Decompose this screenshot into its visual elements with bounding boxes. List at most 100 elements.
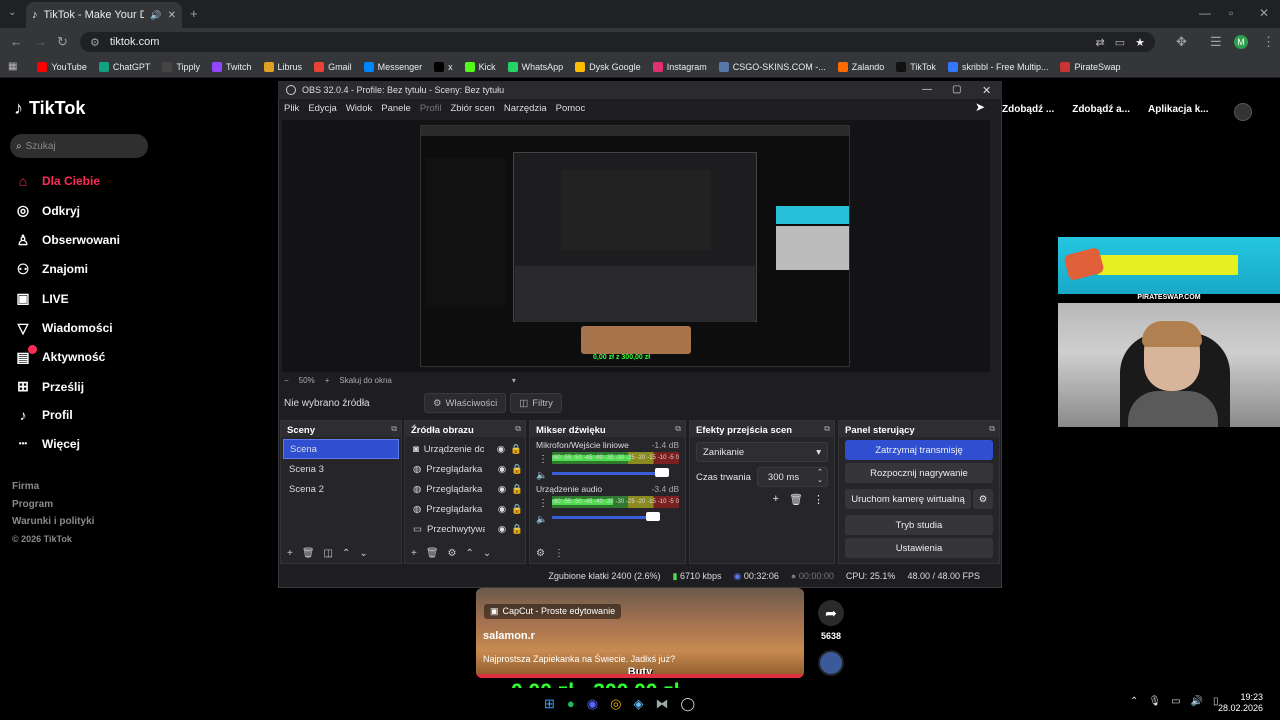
move-down-icon[interactable]: ⌄ (483, 548, 491, 559)
dock-popout-icon[interactable]: ⧉ (391, 424, 397, 434)
system-clock[interactable]: 19:23 28.02.2026 (1218, 692, 1263, 714)
obs-maximize-icon[interactable]: ▢ (952, 84, 961, 95)
tiktok-nav-item[interactable]: ♪ Profil (14, 407, 73, 423)
minimize-icon[interactable]: — (1199, 6, 1211, 20)
bookmark-item[interactable]: Zalando (837, 61, 884, 72)
back-icon[interactable]: ← (10, 34, 23, 49)
video-author[interactable]: salamon.r (483, 630, 535, 642)
translate-icon[interactable]: ⇄ (1096, 36, 1105, 49)
tab-close-icon[interactable]: ✕ (168, 10, 176, 21)
settings-button[interactable]: Ustawienia (845, 538, 993, 558)
obs-menu-item[interactable]: Widok (346, 103, 372, 114)
obs-close-icon[interactable]: ✕ (982, 84, 991, 97)
bookmark-item[interactable]: CSGO-SKINS.COM -... (718, 61, 826, 72)
bookmark-item[interactable]: skribbl - Free Multip... (947, 61, 1048, 72)
maximize-icon[interactable]: ▫ (1229, 6, 1233, 20)
transition-select[interactable]: Zanikanie ▾ (696, 442, 828, 462)
lock-icon[interactable]: 🔒 (511, 464, 523, 475)
volume-knob[interactable] (654, 468, 669, 477)
source-item[interactable]: ◍ Przeglądarka 2 ◉ 🔒 (407, 499, 523, 519)
address-bar[interactable]: ⚙ tiktok.com ⇄ ▭ ★ (80, 32, 1155, 52)
stop-streaming-button[interactable]: Zatrzymaj transmisję (845, 440, 993, 460)
tiktok-nav-item[interactable]: ▽ Wiadomości (14, 320, 113, 337)
tab-audio-icon[interactable]: 🔊 (150, 10, 161, 21)
add-transition-icon[interactable]: + (773, 493, 779, 506)
tiktok-logo[interactable]: ♪ TikTok (14, 98, 85, 119)
scale-to-window[interactable]: Skaluj do okna (339, 376, 391, 385)
source-settings-icon[interactable]: ⚙ (448, 548, 457, 559)
speaker-icon[interactable]: 🔈 (536, 470, 547, 481)
volume-icon[interactable]: 🔊 (1191, 696, 1203, 707)
scene-filter-icon[interactable]: ◫ (324, 548, 333, 559)
new-tab-icon[interactable]: + (190, 6, 198, 21)
source-item[interactable]: ▭ Przechwytywan ◉ 🔒 (407, 519, 523, 539)
advanced-audio-icon[interactable]: ⚙ (536, 548, 545, 559)
tab-search-icon[interactable]: ⌄ (8, 7, 16, 18)
visibility-eye-icon[interactable]: ◉ (498, 504, 506, 515)
tiktok-nav-item[interactable]: ▣ LIVE (14, 290, 68, 307)
transition-menu-icon[interactable]: ⋮ (813, 493, 824, 506)
virtual-camera-settings-icon[interactable]: ⚙ (973, 489, 993, 509)
obs-preview-canvas[interactable]: 0,00 zł z 300,00 zł (420, 125, 850, 367)
obs-menu-item[interactable]: Narzędzia (504, 103, 547, 114)
bookmark-item[interactable]: Gmail (314, 61, 352, 72)
zoom-dropdown-icon[interactable]: ▾ (512, 376, 516, 385)
move-down-icon[interactable]: ⌄ (359, 548, 367, 559)
tiktok-nav-item[interactable]: ♙ Obserwowani (14, 232, 120, 249)
get-coins-link[interactable]: Zdobądź ... (1002, 104, 1054, 115)
bookmark-star-icon[interactable]: ★ (1135, 36, 1145, 49)
get-app-link[interactable]: Zdobądź a... (1072, 104, 1130, 115)
filters-button[interactable]: ◫ Filtry (510, 393, 562, 413)
bookmark-item[interactable]: Instagram (652, 61, 707, 72)
tiktok-footer-link[interactable]: Firma (12, 481, 39, 492)
tray-chevron-icon[interactable]: ⌃ (1130, 696, 1138, 707)
volume-slider[interactable] (552, 468, 679, 478)
bookmark-item[interactable]: TikTok (896, 61, 936, 72)
tiktok-nav-item[interactable]: ◎ Odkryj (14, 202, 80, 219)
user-avatar[interactable] (1234, 103, 1252, 121)
volume-slider[interactable] (552, 512, 679, 522)
close-icon[interactable]: ✕ (1259, 6, 1269, 20)
source-item[interactable]: ◙ Urządzenie do p ◉ 🔒 (407, 439, 523, 459)
add-scene-icon[interactable]: + (287, 548, 293, 559)
scene-item[interactable]: Scena 3 (283, 459, 399, 479)
visibility-eye-icon[interactable]: ◉ (498, 524, 506, 535)
remove-transition-icon[interactable]: 🗑 (789, 493, 803, 506)
move-up-icon[interactable]: ⌃ (342, 548, 350, 559)
tiktok-footer-link[interactable]: Program (12, 499, 53, 510)
tiktok-nav-item[interactable]: ⚇ Znajomi (14, 261, 88, 278)
remove-scene-icon[interactable]: 🗑 (302, 548, 315, 559)
lock-icon[interactable]: 🔒 (511, 504, 523, 515)
discord-icon[interactable]: ◉ (587, 696, 598, 712)
reload-icon[interactable]: ↻ (57, 34, 68, 50)
obs-menu-item[interactable]: Profil (420, 103, 442, 114)
desktop-app-link[interactable]: Aplikacja k... (1148, 104, 1209, 115)
network-icon[interactable]: ▭ (1171, 696, 1180, 707)
volume-knob[interactable] (645, 512, 660, 521)
steam-icon[interactable]: ◈ (633, 696, 643, 712)
vscode-icon[interactable]: ⧓ (655, 696, 668, 712)
tiktok-video[interactable]: ▣ CapCut - Proste edytowanie salamon.r N… (476, 588, 804, 678)
microphone-icon[interactable]: 🎙 (1148, 696, 1161, 707)
visibility-eye-icon[interactable]: ◉ (498, 484, 506, 495)
spotify-icon[interactable]: ● (567, 696, 575, 712)
dock-popout-icon[interactable]: ⧉ (824, 424, 830, 434)
tiktok-footer-link[interactable]: © 2026 TikTok (12, 534, 72, 544)
obs-taskbar-icon[interactable]: ◯ (680, 696, 695, 712)
tiktok-nav-item[interactable]: ⊞ Prześlij (14, 378, 84, 395)
add-source-icon[interactable]: + (411, 548, 417, 559)
zoom-out-icon[interactable]: − (284, 376, 289, 385)
cast-icon[interactable]: ▭ (1115, 36, 1125, 49)
speaker-icon[interactable]: 🔈 (536, 514, 547, 525)
bookmark-item[interactable]: Kick (464, 61, 496, 72)
share-icon[interactable]: ➦ (818, 600, 844, 626)
profile-avatar[interactable]: M (1234, 35, 1248, 49)
extensions-icon[interactable]: ✥ (1176, 34, 1187, 50)
properties-button[interactable]: ⚙ Właściwości (424, 393, 507, 413)
obs-menu-item[interactable]: Panele (381, 103, 411, 114)
dock-popout-icon[interactable]: ⧉ (515, 424, 521, 434)
bookmark-item[interactable]: YouTube (37, 61, 87, 72)
obs-menu-item[interactable]: Pomoc (556, 103, 586, 114)
tiktok-footer-link[interactable]: Warunki i polityki (12, 516, 94, 527)
lock-icon[interactable]: 🔒 (511, 484, 523, 495)
